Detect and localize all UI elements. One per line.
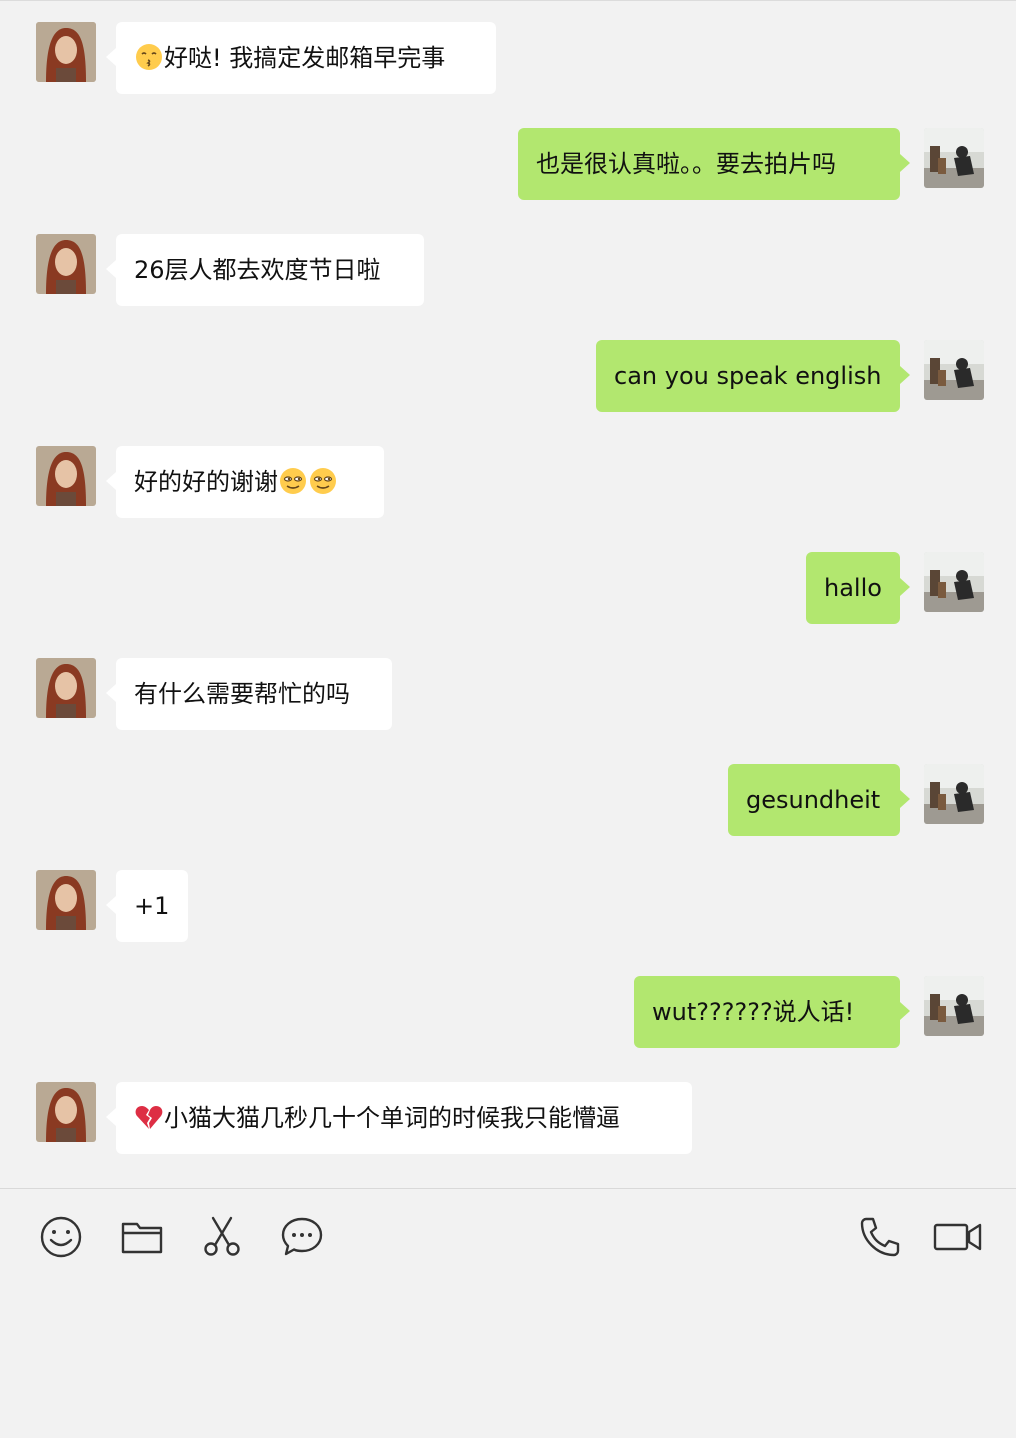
input-toolbar xyxy=(0,1189,1016,1438)
contact-avatar[interactable] xyxy=(36,446,96,506)
voice-call-button[interactable] xyxy=(856,1217,904,1261)
message-text: 26层人都去欢度节日啦 xyxy=(134,256,381,284)
message-text: 有什么需要帮忙的吗 xyxy=(134,680,350,708)
message-bubble[interactable]: 小猫大猫几秒几十个单词的时候我只能懵逼 xyxy=(106,1082,692,1154)
message-row-sent: wut??????说人话! xyxy=(0,976,1016,1056)
broken-heart-emoji-icon xyxy=(134,1102,164,1132)
contact-avatar[interactable] xyxy=(36,22,96,82)
message-text: wut??????说人话! xyxy=(652,998,855,1026)
scissors-icon xyxy=(200,1215,244,1263)
emoji-icon xyxy=(39,1215,83,1263)
send-file-button[interactable] xyxy=(118,1217,166,1261)
video-camera-icon xyxy=(932,1215,984,1263)
message-row-sent: hallo xyxy=(0,552,1016,632)
message-bubble[interactable]: 26层人都去欢度节日啦 xyxy=(106,234,424,306)
message-text: hallo xyxy=(824,574,882,602)
message-bubble[interactable]: +1 xyxy=(106,870,188,942)
chat-history-button[interactable] xyxy=(278,1217,326,1261)
video-call-button[interactable] xyxy=(932,1217,984,1261)
message-bubble[interactable]: wut??????说人话! xyxy=(634,976,910,1048)
smirk-face-emoji-icon xyxy=(278,466,308,496)
contact-avatar[interactable] xyxy=(36,870,96,930)
message-text: 小猫大猫几秒几十个单词的时候我只能懵逼 xyxy=(164,1104,620,1132)
my-avatar[interactable] xyxy=(924,764,984,824)
chat-bubble-icon xyxy=(280,1215,324,1263)
folder-icon xyxy=(120,1215,164,1263)
message-row-received: 有什么需要帮忙的吗 xyxy=(0,658,1016,738)
message-list[interactable]: 好哒! 我搞定发邮箱早完事 也是很认真啦。。要去拍片吗 26层人都去欢度节日啦 … xyxy=(0,0,1016,1188)
my-avatar[interactable] xyxy=(924,552,984,612)
message-text: gesundheit xyxy=(746,786,881,814)
my-avatar[interactable] xyxy=(924,128,984,188)
message-row-sent: 也是很认真啦。。要去拍片吗 xyxy=(0,128,1016,208)
message-row-sent: gesundheit xyxy=(0,764,1016,844)
my-avatar[interactable] xyxy=(924,976,984,1036)
message-row-received: 好哒! 我搞定发邮箱早完事 xyxy=(0,22,1016,102)
message-input[interactable] xyxy=(20,1285,996,1425)
message-row-sent: can you speak english xyxy=(0,340,1016,420)
message-row-received: 小猫大猫几秒几十个单词的时候我只能懵逼 xyxy=(0,1082,1016,1162)
message-row-received: 好的好的谢谢 xyxy=(0,446,1016,526)
message-text: 也是很认真啦。。要去拍片吗 xyxy=(536,150,836,178)
message-bubble[interactable]: 好的好的谢谢 xyxy=(106,446,384,518)
message-bubble[interactable]: 也是很认真啦。。要去拍片吗 xyxy=(518,128,910,200)
contact-avatar[interactable] xyxy=(36,658,96,718)
chat-window: 好哒! 我搞定发邮箱早完事 也是很认真啦。。要去拍片吗 26层人都去欢度节日啦 … xyxy=(0,0,1016,1438)
screenshot-button[interactable] xyxy=(198,1215,246,1263)
message-row-received: 26层人都去欢度节日啦 xyxy=(0,234,1016,314)
message-row-received: +1 xyxy=(0,870,1016,950)
message-text: +1 xyxy=(134,892,170,920)
emoji-button[interactable] xyxy=(37,1215,85,1263)
message-bubble[interactable]: can you speak english xyxy=(596,340,910,412)
contact-avatar[interactable] xyxy=(36,1082,96,1142)
kissing-face-emoji-icon xyxy=(134,42,164,72)
contact-avatar[interactable] xyxy=(36,234,96,294)
my-avatar[interactable] xyxy=(924,340,984,400)
message-text: can you speak english xyxy=(614,362,882,390)
message-text: 好的好的谢谢 xyxy=(134,468,278,496)
message-text: 好哒! 我搞定发邮箱早完事 xyxy=(164,44,446,72)
message-bubble[interactable]: gesundheit xyxy=(728,764,910,836)
phone-icon xyxy=(858,1215,902,1263)
message-bubble[interactable]: 好哒! 我搞定发邮箱早完事 xyxy=(106,22,496,94)
message-bubble[interactable]: 有什么需要帮忙的吗 xyxy=(106,658,392,730)
message-bubble[interactable]: hallo xyxy=(806,552,910,624)
smirk-face-emoji-icon xyxy=(308,466,338,496)
